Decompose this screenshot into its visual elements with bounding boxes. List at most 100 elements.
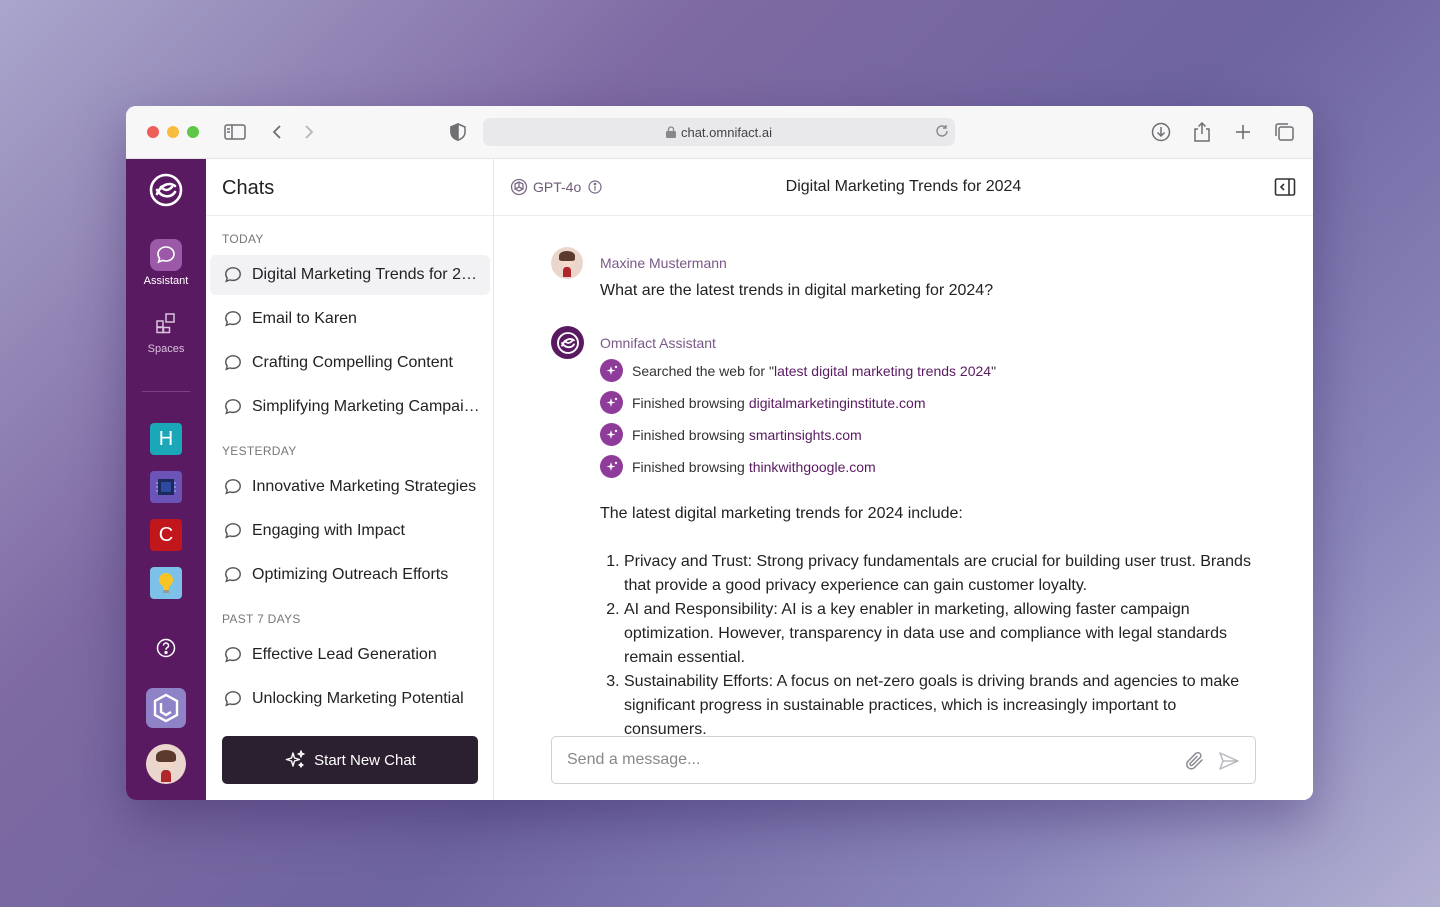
- download-icon[interactable]: [1149, 120, 1173, 144]
- tool-step-link[interactable]: smartinsights.com: [749, 427, 862, 443]
- section-today: TODAY: [222, 232, 264, 246]
- close-window-button[interactable]: [147, 126, 159, 138]
- chat-item-label: Innovative Marketing Strategies: [252, 478, 477, 495]
- tool-step: Searched the web for " latest digital mar…: [600, 359, 996, 382]
- rail-assistant[interactable]: Assistant: [126, 239, 206, 287]
- address-bar[interactable]: chat.omnifact.ai: [483, 118, 955, 146]
- browser-toolbar: chat.omnifact.ai: [126, 106, 1313, 159]
- user-avatar[interactable]: [146, 744, 186, 784]
- maximize-window-button[interactable]: [187, 126, 199, 138]
- chat-item-label: Engaging with Impact: [252, 522, 405, 539]
- rail-spaces-label: Spaces: [147, 343, 185, 355]
- chat-item-label: Crafting Compelling Content: [252, 354, 453, 371]
- app-tile-h[interactable]: H: [150, 423, 182, 455]
- chat-item[interactable]: Crafting Compelling Content: [210, 343, 490, 383]
- tool-step: Finished browsing digitalmarketinginstitu…: [600, 391, 925, 414]
- chat-bubble-icon: [224, 478, 242, 496]
- help-icon[interactable]: [156, 638, 176, 658]
- tool-step: Finished browsing smartinsights.com: [600, 423, 862, 446]
- start-new-chat-label: Start New Chat: [314, 751, 416, 769]
- paperclip-icon[interactable]: [1184, 750, 1206, 772]
- chat-item[interactable]: Optimizing Outreach Efforts: [210, 555, 490, 595]
- chat-item[interactable]: Simplifying Marketing Campaigns: [210, 387, 490, 427]
- sparkle-icon: [600, 391, 623, 414]
- send-icon[interactable]: [1218, 750, 1240, 772]
- section-past-7-days: PAST 7 DAYS: [222, 612, 301, 626]
- app-tile-h-letter: H: [158, 427, 174, 450]
- app-rail: Assistant Spaces H C: [126, 159, 206, 800]
- tab-overview-icon[interactable]: [1272, 120, 1296, 144]
- assistant-answer: The latest digital marketing trends for …: [600, 502, 1260, 742]
- chat-main: GPT-4o Digital Marketing Trends for 2024…: [494, 159, 1313, 800]
- chat-item-label: Optimizing Outreach Efforts: [252, 566, 449, 583]
- app-tile-chip[interactable]: [150, 471, 182, 503]
- chat-item[interactable]: Digital Marketing Trends for 2024: [210, 255, 490, 295]
- message-composer: [551, 736, 1256, 784]
- chat-bubble-icon: [224, 646, 242, 664]
- answer-list: Privacy and Trust: Strong privacy fundam…: [600, 550, 1260, 742]
- minimize-window-button[interactable]: [167, 126, 179, 138]
- answer-list-item: Privacy and Trust: Strong privacy fundam…: [624, 550, 1260, 598]
- assistant-avatar: [551, 326, 584, 359]
- sparkle-icon: [600, 359, 623, 382]
- tool-step-text: Finished browsing: [632, 458, 745, 475]
- answer-list-item: Sustainability Efforts: A focus on net-z…: [624, 670, 1260, 742]
- tool-step: Finished browsing thinkwithgoogle.com: [600, 455, 876, 478]
- user-message-avatar: [551, 247, 583, 279]
- chat-bubble-icon: [224, 310, 242, 328]
- chat-item[interactable]: Innovative Marketing Strategies: [210, 467, 490, 507]
- lightbulb-icon: [159, 573, 173, 593]
- share-icon[interactable]: [1190, 120, 1214, 144]
- chat-bubble-icon: [224, 398, 242, 416]
- rail-divider: [142, 391, 190, 392]
- omnifact-logo-icon[interactable]: [148, 172, 184, 208]
- chats-panel: Chats TODAY Digital Marketing Trends for…: [206, 159, 494, 800]
- url-text: chat.omnifact.ai: [680, 124, 773, 140]
- chat-item-label: Unlocking Marketing Potential: [252, 690, 464, 707]
- tool-step-suffix: ": [991, 362, 997, 379]
- answer-intro: The latest digital marketing trends for …: [600, 505, 963, 522]
- sparkle-icon: [600, 423, 623, 446]
- assistant-name: Omnifact Assistant: [600, 335, 716, 351]
- tool-step-text: Finished browsing: [632, 426, 745, 443]
- tool-step-link[interactable]: latest digital marketing trends 2024: [774, 363, 991, 379]
- app-tile-c[interactable]: C: [150, 519, 182, 551]
- chat-bubble-icon: [224, 266, 242, 284]
- start-new-chat-button[interactable]: Start New Chat: [222, 736, 478, 784]
- chat-item[interactable]: Effective Lead Generation: [210, 635, 490, 675]
- tool-step-link[interactable]: thinkwithgoogle.com: [749, 459, 876, 475]
- tool-step-link[interactable]: digitalmarketinginstitute.com: [749, 395, 926, 411]
- new-tab-icon[interactable]: [1231, 120, 1255, 144]
- tool-step-text: Finished browsing: [632, 394, 745, 411]
- section-yesterday: YESTERDAY: [222, 444, 297, 458]
- shield-icon[interactable]: [446, 120, 470, 144]
- chat-item[interactable]: Unlocking Marketing Potential: [210, 679, 490, 719]
- chip-icon: [156, 479, 176, 495]
- chat-item-label: Simplifying Marketing Campaigns: [252, 398, 484, 415]
- chat-bubble-icon: [150, 239, 182, 271]
- browser-window: chat.omnifact.ai Assistant Spaces H C Ch…: [126, 106, 1313, 800]
- forward-icon[interactable]: [297, 120, 321, 144]
- extension-logo-icon[interactable]: [146, 688, 186, 728]
- sparkle-icon: [284, 749, 306, 771]
- rail-spaces[interactable]: Spaces: [126, 307, 206, 355]
- lock-icon: [665, 126, 676, 138]
- chat-item[interactable]: Email to Karen: [210, 299, 490, 339]
- grid-icon: [150, 307, 182, 339]
- message-input[interactable]: [567, 751, 1167, 769]
- chat-header: GPT-4o Digital Marketing Trends for 2024: [494, 159, 1313, 216]
- chat-item[interactable]: Engaging with Impact: [210, 511, 490, 551]
- chat-bubble-icon: [224, 690, 242, 708]
- rail-assistant-label: Assistant: [143, 275, 189, 287]
- back-icon[interactable]: [265, 120, 289, 144]
- tool-step-text: Searched the web for ": [632, 362, 774, 379]
- panel-toggle-icon[interactable]: [1274, 177, 1296, 197]
- reload-icon[interactable]: [935, 124, 949, 138]
- user-message: What are the latest trends in digital ma…: [600, 282, 994, 299]
- chats-title: Chats: [206, 159, 493, 216]
- chat-item-label: Digital Marketing Trends for 2024: [252, 266, 484, 283]
- chat-item-label: Email to Karen: [252, 310, 357, 327]
- sidebar-toggle-icon[interactable]: [223, 120, 247, 144]
- app-tile-bulb[interactable]: [150, 567, 182, 599]
- chat-bubble-icon: [224, 354, 242, 372]
